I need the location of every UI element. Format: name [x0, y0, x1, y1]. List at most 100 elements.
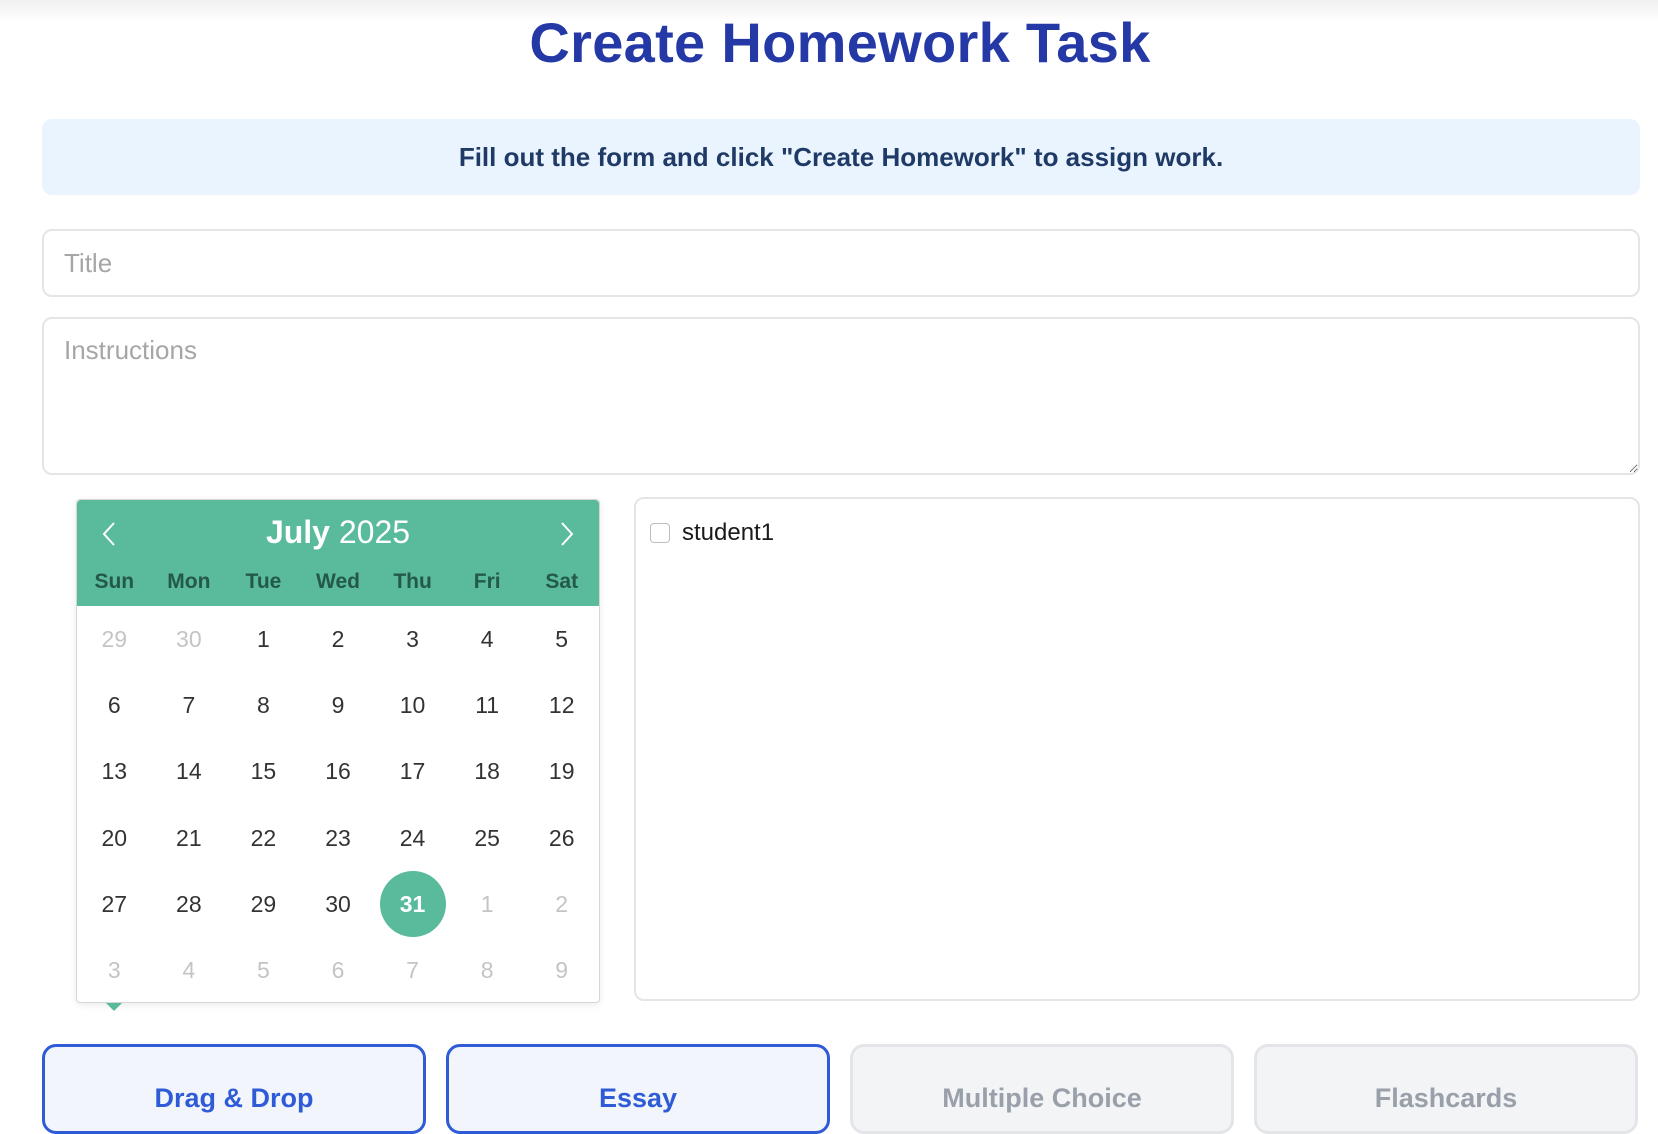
calendar-day-number: 18: [474, 758, 500, 785]
calendar-days-grid: 29 30 1 2 3 4 5 6 7 8 9 10 11 12 13 14 15 16 17 18 19 20 21 22 2…: [77, 606, 599, 1004]
calendar-day-number: 5: [555, 625, 569, 652]
calendar-day-number: 20: [101, 824, 128, 851]
calendar-day-number: 22: [250, 824, 277, 851]
homework-type-card[interactable]: Multiple Choice: [850, 1044, 1234, 1134]
calendar-day-number: 29: [101, 625, 128, 652]
calendar-day-number: 3: [107, 957, 121, 984]
calendar-day[interactable]: 8: [450, 937, 525, 1003]
calendar-day-number: 5: [257, 957, 270, 984]
calendar-weekdays: Sun Mon Tue Wed Thu Fri Sat: [77, 570, 599, 594]
calendar-day[interactable]: 22: [226, 805, 301, 871]
calendar-day-number: 1: [257, 625, 270, 652]
calendar-day[interactable]: 3: [375, 606, 450, 672]
calendar-day[interactable]: 23: [301, 805, 376, 871]
calendar-day[interactable]: 3: [77, 937, 152, 1003]
calendar-header: July 2025 Sun Mon Tue Wed Thu Fri Sat: [77, 500, 599, 606]
calendar-day-number: 9: [331, 691, 345, 718]
calendar-day[interactable]: 2: [524, 871, 599, 937]
homework-type-label: Essay: [598, 1083, 678, 1113]
homework-type-label: Flashcards: [1374, 1083, 1518, 1113]
title-input[interactable]: [42, 229, 1640, 297]
calendar-day[interactable]: 20: [77, 805, 152, 871]
calendar-day-number: 13: [101, 758, 128, 785]
calendar-day[interactable]: 13: [77, 739, 152, 805]
calendar-day-number: 11: [475, 691, 500, 718]
calendar-day[interactable]: 6: [301, 937, 376, 1003]
calendar-day[interactable]: 16: [301, 739, 376, 805]
calendar-day-number: 4: [480, 625, 494, 652]
calendar-day-selected[interactable]: 31: [375, 871, 450, 938]
calendar-day-number: 12: [548, 691, 575, 718]
calendar-day[interactable]: 19: [524, 739, 599, 805]
calendar-day[interactable]: 21: [152, 805, 227, 871]
student-checkbox[interactable]: [650, 523, 670, 543]
instructions-input[interactable]: [42, 317, 1640, 475]
calendar-day[interactable]: 10: [375, 672, 450, 738]
calendar-month-year: July 2025: [77, 514, 599, 551]
homework-type-card[interactable]: Drag & Drop: [42, 1044, 426, 1134]
weekday-label: Sat: [545, 570, 579, 593]
student-row[interactable]: student1: [650, 519, 1624, 547]
weekday-label: Wed: [316, 570, 360, 593]
calendar-day-number: 28: [176, 890, 202, 917]
calendar-day-number: 15: [250, 758, 277, 785]
calendar-day[interactable]: 12: [524, 672, 599, 738]
date-picker-calendar: July 2025 Sun Mon Tue Wed Thu Fri Sat 29 30 1 2 3 4…: [76, 499, 600, 1003]
calendar-day[interactable]: 8: [226, 672, 301, 738]
calendar-day-number: 2: [555, 890, 569, 917]
calendar-day-number: 10: [399, 691, 426, 718]
info-banner: Fill out the form and click "Create Home…: [42, 119, 1640, 195]
calendar-day[interactable]: 11: [450, 672, 525, 738]
calendar-day-number: 31: [379, 871, 446, 938]
calendar-day[interactable]: 24: [375, 805, 450, 871]
calendar-day[interactable]: 5: [226, 937, 301, 1003]
calendar-day-number: 23: [325, 824, 351, 851]
calendar-day-number: 19: [548, 758, 575, 785]
calendar-day[interactable]: 27: [77, 871, 152, 937]
weekday-label: Mon: [167, 570, 211, 593]
calendar-day[interactable]: 28: [152, 871, 227, 937]
calendar-day[interactable]: 7: [152, 672, 227, 738]
calendar-day-number: 2: [331, 625, 345, 652]
homework-type-label: Drag & Drop: [154, 1083, 314, 1113]
calendar-day-number: 29: [250, 890, 277, 917]
calendar-day-number: 27: [101, 890, 128, 917]
calendar-popup-pointer: [106, 1003, 122, 1011]
calendar-day[interactable]: 1: [450, 871, 525, 937]
calendar-day[interactable]: 7: [375, 937, 450, 1003]
calendar-day[interactable]: 18: [450, 739, 525, 805]
calendar-day-number: 25: [474, 824, 500, 851]
calendar-day[interactable]: 9: [524, 937, 599, 1003]
calendar-day-number: 9: [555, 957, 569, 984]
calendar-month: July: [265, 514, 330, 550]
calendar-day[interactable]: 5: [524, 606, 599, 672]
calendar-day[interactable]: 17: [375, 739, 450, 805]
calendar-day-number: 6: [107, 691, 121, 718]
calendar-day[interactable]: 25: [450, 805, 525, 871]
homework-type-card[interactable]: Essay: [446, 1044, 830, 1134]
calendar-day[interactable]: 4: [450, 606, 525, 672]
calendar-day-number: 7: [406, 957, 419, 984]
calendar-day[interactable]: 30: [301, 871, 376, 937]
page-title: Create Homework Task: [529, 11, 1151, 74]
calendar-day[interactable]: 14: [152, 739, 227, 805]
calendar-day[interactable]: 4: [152, 937, 227, 1003]
calendar-day-number: 30: [176, 625, 202, 652]
calendar-day[interactable]: 15: [226, 739, 301, 805]
calendar-day-number: 14: [176, 758, 202, 785]
calendar-day[interactable]: 29: [226, 871, 301, 937]
calendar-day-number: 4: [182, 957, 196, 984]
calendar-day[interactable]: 29: [77, 606, 152, 672]
calendar-day[interactable]: 30: [152, 606, 227, 672]
weekday-label: Thu: [393, 570, 432, 593]
calendar-day-number: 8: [257, 691, 270, 718]
calendar-day[interactable]: 6: [77, 672, 152, 738]
calendar-day[interactable]: 26: [524, 805, 599, 871]
calendar-day-number: 21: [176, 824, 202, 851]
next-month-button[interactable]: [547, 514, 587, 554]
calendar-year: 2025: [338, 514, 411, 550]
homework-type-card[interactable]: Flashcards: [1254, 1044, 1638, 1134]
calendar-day[interactable]: 9: [301, 672, 376, 738]
calendar-day[interactable]: 1: [226, 606, 301, 672]
calendar-day[interactable]: 2: [301, 606, 376, 672]
